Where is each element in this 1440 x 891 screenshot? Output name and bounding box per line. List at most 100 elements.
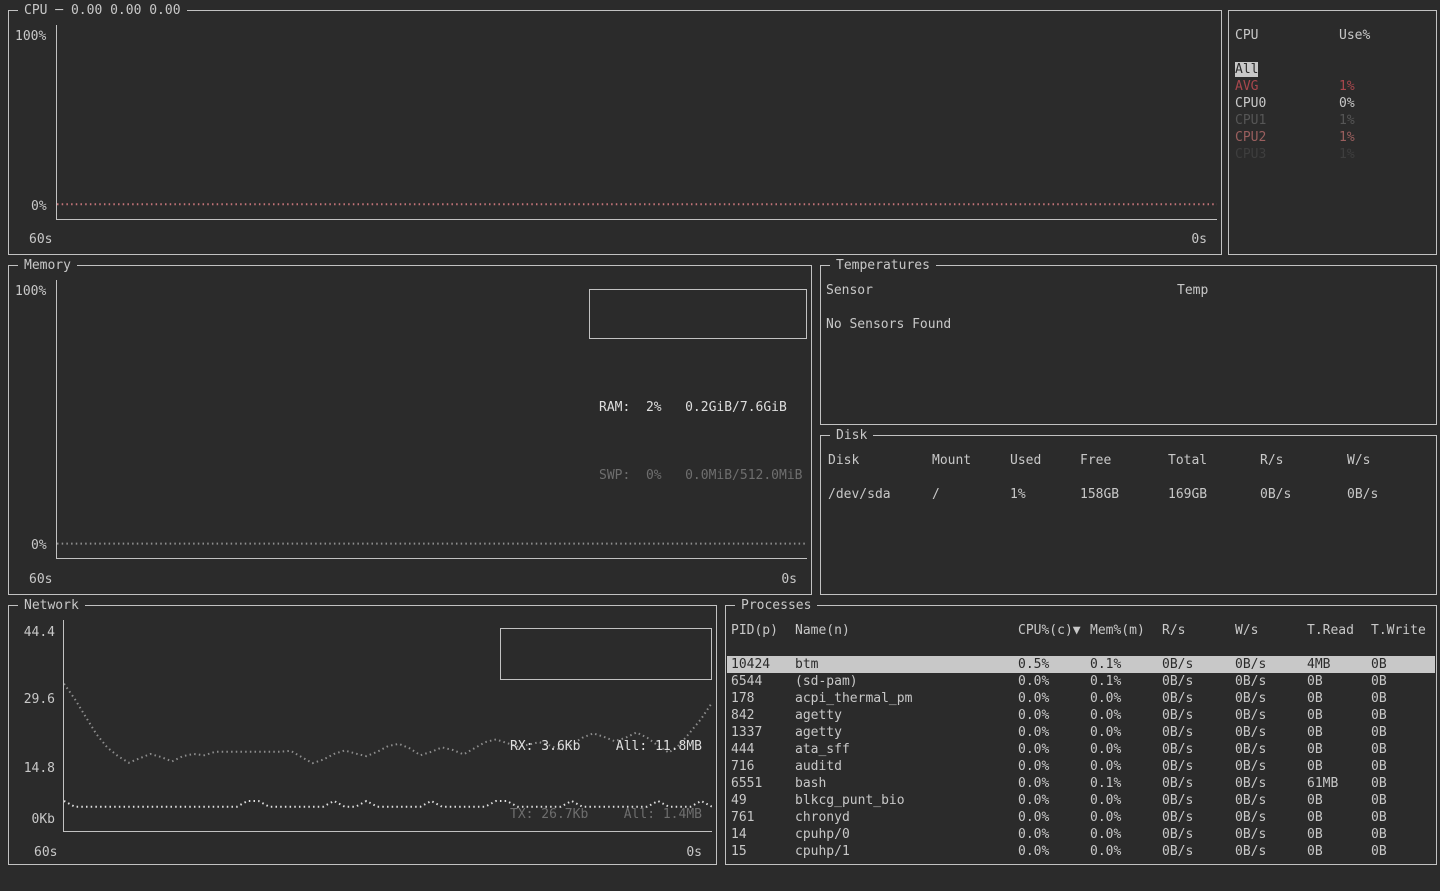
- cpu-legend-row-label: CPU1: [1235, 113, 1266, 128]
- disk-widget[interactable]: Disk Disk Mount Used Free Total R/s W/s …: [820, 435, 1437, 595]
- disk-panel-title: Disk: [830, 427, 873, 444]
- cpu-legend-header-use[interactable]: Use%: [1339, 27, 1435, 44]
- cpu-legend-row-label: CPU3: [1235, 147, 1266, 162]
- process-cell-cpu: 0.0%: [1018, 741, 1090, 758]
- process-row[interactable]: 10424 btm 0.5% 0.1% 0B/s 0B/s 4MB 0B: [727, 656, 1435, 673]
- disk-rows: /dev/sda / 1% 158GB 169GB 0B/s 0B/s: [822, 486, 1435, 503]
- process-cell-mem: 0.1%: [1090, 775, 1162, 792]
- cpu-legend-row[interactable]: CPU2 1%: [1230, 129, 1435, 146]
- process-row[interactable]: 178 acpi_thermal_pm 0.0% 0.0% 0B/s 0B/s …: [727, 690, 1435, 707]
- temperatures-header-sensor: Sensor: [826, 282, 1177, 299]
- processes-header-twrite[interactable]: T.Write: [1371, 622, 1435, 639]
- cpu-widget[interactable]: CPU ─ 0.00 0.00 0.00 100% 0% 60s 0s: [8, 10, 1222, 255]
- process-row[interactable]: 761 chronyd 0.0% 0.0% 0B/s 0B/s 0B 0B: [727, 809, 1435, 826]
- process-cell-mem: 0.0%: [1090, 724, 1162, 741]
- network-legend-box: RX: 3.6Kb All: 11.8MB TX: 26.7Kb All: 1.…: [500, 628, 712, 680]
- process-cell-cpu: 0.0%: [1018, 673, 1090, 690]
- process-cell-mem: 0.0%: [1090, 758, 1162, 775]
- memory-legend-text: SWP: 0% 0.0MiB/512.0MiB: [599, 468, 803, 483]
- process-cell-name: chronyd: [795, 809, 1018, 826]
- memory-xtick-left: 60s: [29, 571, 52, 588]
- process-cell-twrite: 0B: [1371, 724, 1435, 741]
- cpu-legend-row-label: CPU0: [1235, 96, 1266, 111]
- memory-legend-text: RAM: 2% 0.2GiB/7.6GiB: [599, 400, 787, 415]
- cpu-legend-row[interactable]: CPU1 1%: [1230, 112, 1435, 129]
- process-row[interactable]: 716 auditd 0.0% 0.0% 0B/s 0B/s 0B 0B: [727, 758, 1435, 775]
- process-cell-ws: 0B/s: [1235, 673, 1307, 690]
- process-row[interactable]: 1337 agetty 0.0% 0.0% 0B/s 0B/s 0B 0B: [727, 724, 1435, 741]
- process-cell-twrite: 0B: [1371, 826, 1435, 843]
- memory-widget[interactable]: Memory 100% 0% RAM: 2% 0.2GiB/7.6GiB SWP…: [8, 265, 812, 595]
- process-row[interactable]: 49 blkcg_punt_bio 0.0% 0.0% 0B/s 0B/s 0B…: [727, 792, 1435, 809]
- process-cell-pid: 444: [731, 741, 795, 758]
- cpu-legend-row[interactable]: All: [1230, 61, 1435, 78]
- disk-header-ws: W/s: [1347, 452, 1435, 469]
- process-cell-rs: 0B/s: [1162, 843, 1235, 860]
- memory-legend-line: SWP: 0% 0.0MiB/512.0MiB: [599, 467, 797, 484]
- process-cell-ws: 0B/s: [1235, 809, 1307, 826]
- process-cell-rs: 0B/s: [1162, 809, 1235, 826]
- process-cell-ws: 0B/s: [1235, 724, 1307, 741]
- cpu-panel-title: CPU ─ 0.00 0.00 0.00: [18, 2, 187, 19]
- processes-header-name[interactable]: Name(n): [795, 622, 1018, 639]
- process-cell-mem: 0.0%: [1090, 809, 1162, 826]
- process-cell-rs: 0B/s: [1162, 775, 1235, 792]
- cpu-legend-row[interactable]: CPU3 1%: [1230, 146, 1435, 163]
- process-cell-ws: 0B/s: [1235, 690, 1307, 707]
- processes-header-tread[interactable]: T.Read: [1307, 622, 1371, 639]
- process-row[interactable]: 6551 bash 0.0% 0.1% 0B/s 0B/s 61MB 0B: [727, 775, 1435, 792]
- temperatures-header: Sensor Temp: [822, 282, 1435, 299]
- process-cell-rs: 0B/s: [1162, 792, 1235, 809]
- processes-widget[interactable]: Processes PID(p) Name(n) CPU%(c)▼ Mem%(m…: [725, 605, 1437, 865]
- temperatures-widget[interactable]: Temperatures Sensor Temp No Sensors Foun…: [820, 265, 1437, 425]
- processes-header-ws[interactable]: W/s: [1235, 622, 1307, 639]
- process-cell-pid: 178: [731, 690, 795, 707]
- processes-header-cpu-sort-desc[interactable]: CPU%(c)▼: [1018, 622, 1090, 639]
- process-cell-tread: 0B: [1307, 843, 1371, 860]
- process-cell-name: (sd-pam): [795, 673, 1018, 690]
- process-cell-name: ata_sff: [795, 741, 1018, 758]
- process-cell-pid: 761: [731, 809, 795, 826]
- disk-header-free: Free: [1080, 452, 1168, 469]
- cpu-legend-row-label: AVG: [1235, 79, 1258, 94]
- processes-header-rs[interactable]: R/s: [1162, 622, 1235, 639]
- process-cell-tread: 0B: [1307, 826, 1371, 843]
- cpu-legend-row[interactable]: CPU0 0%: [1230, 95, 1435, 112]
- process-cell-mem: 0.0%: [1090, 741, 1162, 758]
- process-cell-rs: 0B/s: [1162, 741, 1235, 758]
- process-cell-twrite: 0B: [1371, 673, 1435, 690]
- process-cell-twrite: 0B: [1371, 843, 1435, 860]
- process-cell-tread: 0B: [1307, 809, 1371, 826]
- cpu-legend-header-cpu[interactable]: CPU: [1235, 27, 1339, 44]
- process-cell-name: agetty: [795, 707, 1018, 724]
- process-cell-ws: 0B/s: [1235, 707, 1307, 724]
- process-row[interactable]: 14 cpuhp/0 0.0% 0.0% 0B/s 0B/s 0B 0B: [727, 826, 1435, 843]
- process-row[interactable]: 842 agetty 0.0% 0.0% 0B/s 0B/s 0B 0B: [727, 707, 1435, 724]
- process-cell-name: bash: [795, 775, 1018, 792]
- disk-cell-used: 1%: [1010, 486, 1080, 503]
- disk-cell-total: 169GB: [1168, 486, 1260, 503]
- network-widget[interactable]: Network 44.4 29.6 14.8 0Kb RX: 3.6Kb All…: [8, 605, 717, 865]
- cpu-legend-widget[interactable]: CPU Use% All AVG 1% CPU0 0% CPU1 1%: [1228, 10, 1437, 255]
- process-cell-pid: 842: [731, 707, 795, 724]
- process-row[interactable]: 15 cpuhp/1 0.0% 0.0% 0B/s 0B/s 0B 0B: [727, 843, 1435, 860]
- process-row[interactable]: 444 ata_sff 0.0% 0.0% 0B/s 0B/s 0B 0B: [727, 741, 1435, 758]
- cpu-legend-row-label: CPU2: [1235, 130, 1266, 145]
- cpu-legend-row[interactable]: AVG 1%: [1230, 78, 1435, 95]
- processes-header-pid[interactable]: PID(p): [731, 622, 795, 639]
- memory-legend-box: RAM: 2% 0.2GiB/7.6GiB SWP: 0% 0.0MiB/512…: [589, 289, 807, 339]
- network-legend-line: RX: 3.6Kb All: 11.8MB: [510, 738, 702, 755]
- network-legend-lines: RX: 3.6Kb All: 11.8MB TX: 26.7Kb All: 1.…: [510, 670, 702, 857]
- cpu-xtick-left: 60s: [29, 231, 52, 248]
- memory-legend-lines: RAM: 2% 0.2GiB/7.6GiB SWP: 0% 0.0MiB/512…: [599, 331, 797, 518]
- process-row[interactable]: 6544 (sd-pam) 0.0% 0.1% 0B/s 0B/s 0B 0B: [727, 673, 1435, 690]
- disk-row[interactable]: /dev/sda / 1% 158GB 169GB 0B/s 0B/s: [822, 486, 1435, 503]
- process-cell-pid: 6551: [731, 775, 795, 792]
- processes-rows: 10424 btm 0.5% 0.1% 0B/s 0B/s 4MB 0B 654…: [727, 656, 1435, 860]
- process-cell-rs: 0B/s: [1162, 758, 1235, 775]
- processes-header-mem[interactable]: Mem%(m): [1090, 622, 1162, 639]
- process-cell-cpu: 0.0%: [1018, 707, 1090, 724]
- process-cell-mem: 0.1%: [1090, 673, 1162, 690]
- process-cell-rs: 0B/s: [1162, 707, 1235, 724]
- process-cell-tread: 0B: [1307, 741, 1371, 758]
